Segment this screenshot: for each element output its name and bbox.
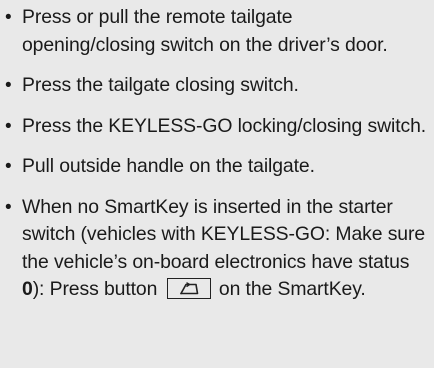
instruction-text: Pull outside handle on the tailgate. — [22, 155, 315, 177]
instruction-text: Press the KEYLESS-GO locking/closing swi… — [22, 114, 427, 137]
list-item: • Press or pull the remote tailgate open… — [2, 4, 428, 59]
bullet-point: • — [5, 156, 12, 177]
bullet-point: • — [5, 7, 12, 28]
instruction-list: • Press or pull the remote tailgate open… — [2, 4, 428, 304]
instruction-page: • Press or pull the remote tailgate open… — [0, 0, 434, 368]
bullet-point: • — [5, 115, 12, 137]
bullet-point: • — [5, 196, 12, 218]
list-item: • When no SmartKey is inserted in the st… — [2, 194, 428, 304]
tailgate-button-icon — [166, 278, 211, 299]
bullet-point: • — [5, 75, 12, 96]
instruction-text: When no SmartKey is inserted in the star… — [22, 195, 426, 273]
status-value: 0 — [22, 278, 33, 300]
list-item: • Press the KEYLESS-GO locking/closing s… — [2, 113, 428, 141]
list-item: • Press the tailgate closing switch. — [2, 72, 428, 100]
instruction-text: on the SmartKey. — [218, 278, 366, 300]
instruction-text: ): Press button — [32, 278, 158, 300]
instruction-text: Press or pull the remote tailgate openin… — [22, 6, 388, 56]
instruction-text: Press the tailgate closing switch. — [22, 74, 299, 96]
list-item: • Pull outside handle on the tailgate. — [2, 153, 428, 181]
